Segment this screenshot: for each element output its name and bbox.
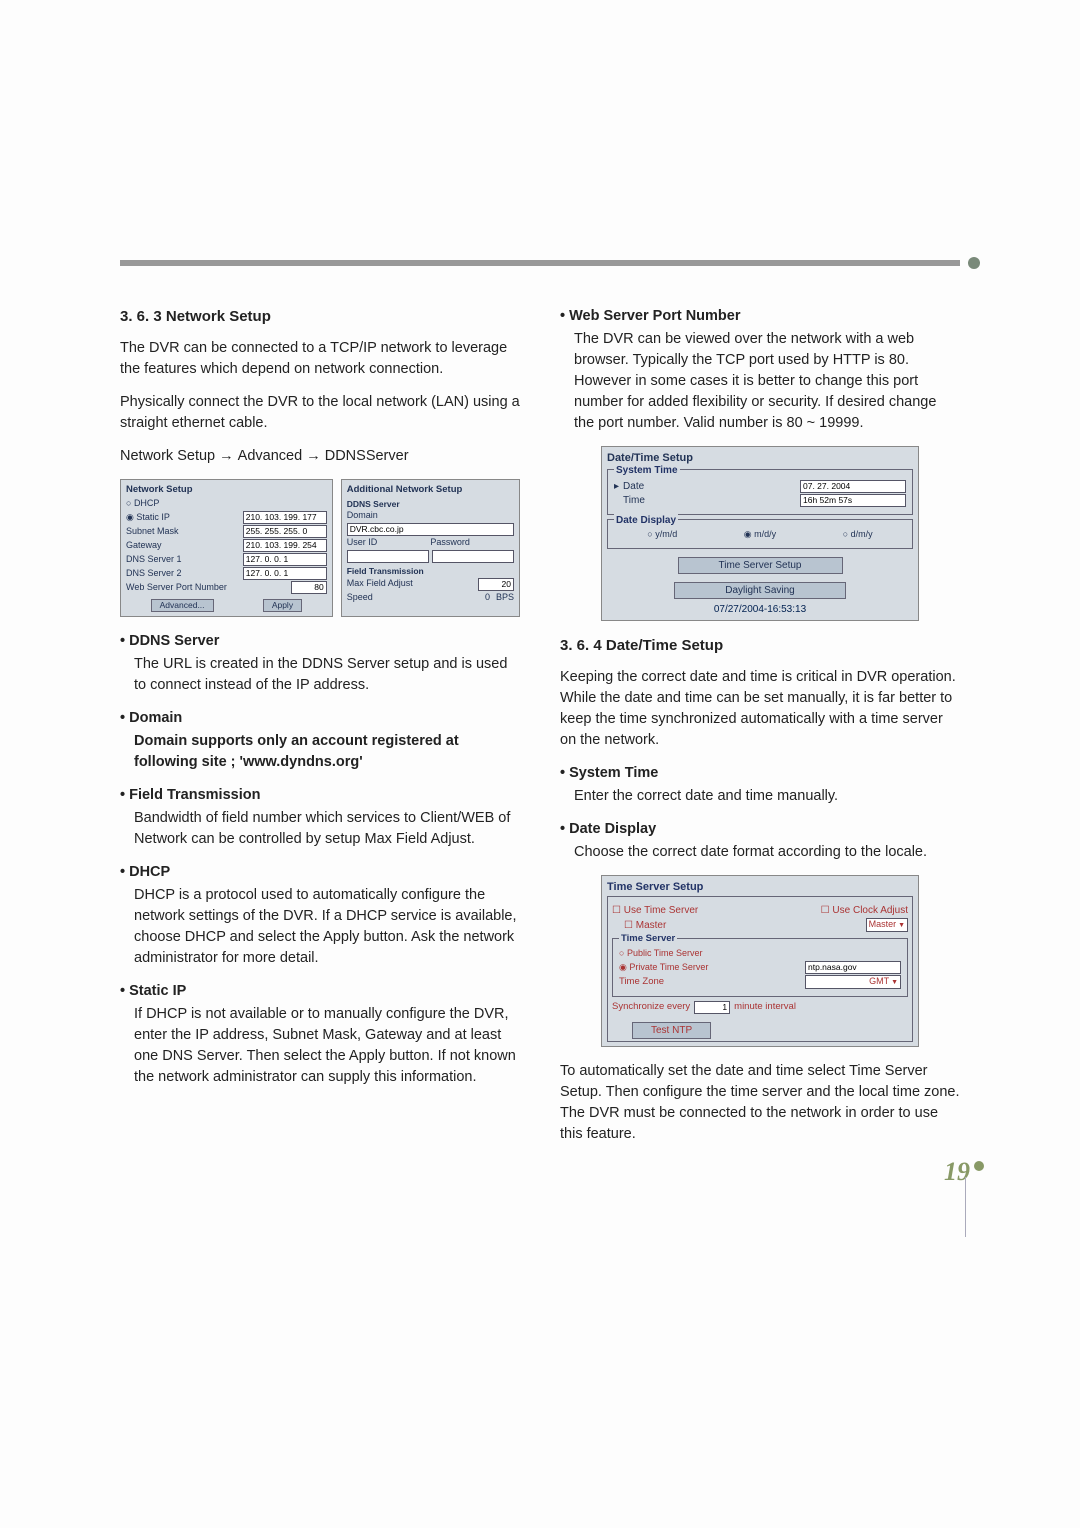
maxfield-field[interactable]: 20 [478,578,514,591]
gateway-field[interactable]: 210. 103. 199. 254 [243,539,327,552]
date-label: Date [623,480,800,493]
dlg-title: Additional Network Setup [347,484,514,496]
timeserver-legend: Time Server [619,933,677,945]
dns1-label: DNS Server 1 [126,554,243,566]
maxfield-label: Max Field Adjust [347,578,478,590]
wport-label: Web Server Port Number [126,582,291,594]
datedisp-head: Date Display [560,819,960,840]
para-364-1: Keeping the correct date and time is cri… [560,667,960,751]
private-ts-radio[interactable]: Private Time Server [619,962,805,974]
page-tail-decoration [965,1177,966,1237]
dlg-title: Time Server Setup [607,880,913,894]
timezone-dropdown[interactable]: GMT [805,975,901,989]
system-time-legend: System Time [614,464,680,477]
sync-label: Synchronize every [612,1001,690,1013]
left-column: 3. 6. 3 Network Setup The DVR can be con… [120,306,520,1157]
staticip-field[interactable]: 210. 103. 199. 177 [243,511,327,524]
subnet-label: Subnet Mask [126,526,243,538]
para-363-2: Physically connect the DVR to the local … [120,392,520,434]
ft-head: Field Transmission [120,785,520,806]
addl-network-dialog: Additional Network Setup DDNS Server Dom… [341,479,520,617]
time-label: Time [623,494,800,507]
timeserver-setup-button[interactable]: Time Server Setup [678,557,843,574]
master-check[interactable]: Master [624,919,666,932]
test-ntp-button[interactable]: Test NTP [632,1022,711,1039]
password-label: Password [430,537,514,549]
bc-b: Advanced [238,448,303,464]
heading-364: 3. 6. 4 Date/Time Setup [560,635,960,657]
userid-label: User ID [347,537,431,549]
dns1-field[interactable]: 127. 0. 0. 1 [243,553,327,566]
arrow-icon: → [219,448,238,464]
wport-body: The DVR can be viewed over the network w… [574,329,960,434]
staticip-radio[interactable]: Static IP [126,512,243,524]
page-number: 19 [944,1157,970,1187]
footer-timestamp: 07/27/2004-16:53:13 [607,603,913,616]
speed-label: Speed [347,592,485,604]
dns2-field[interactable]: 127. 0. 0. 1 [243,567,327,580]
domain-label: Domain [347,510,514,522]
public-ts-radio[interactable]: Public Time Server [619,948,702,960]
static-body: If DHCP is not available or to manually … [134,1004,520,1088]
private-ts-field[interactable]: ntp.nasa.gov [805,961,901,974]
wport-field[interactable]: 80 [291,581,327,594]
date-field[interactable]: 07. 27. 2004 [800,480,906,493]
right-column: Web Server Port Number The DVR can be vi… [560,306,960,1157]
bc-a: Network Setup [120,448,215,464]
timeserver-setup-dialog: Time Server Setup Use Time Server Use Cl… [601,875,919,1047]
domain-body: Domain supports only an account register… [134,731,520,773]
para-363-1: The DVR can be connected to a TCP/IP net… [120,338,520,380]
sync-unit: minute interval [734,1001,796,1013]
ft-body: Bandwidth of field number which services… [134,808,520,850]
bc-c: DDNSServer [325,448,409,464]
datetime-setup-dialog: Date/Time Setup System Time ▸Date07. 27.… [601,446,919,621]
advanced-button[interactable]: Advanced... [151,599,214,612]
use-timeserver-check[interactable]: Use Time Server [612,904,698,917]
para-364-2: To automatically set the date and time s… [560,1061,960,1145]
bps-label: BPS [496,592,514,604]
date-display-legend: Date Display [614,514,678,527]
daylight-saving-button[interactable]: Daylight Saving [674,582,845,599]
subnet-field[interactable]: 255. 255. 255. 0 [243,525,327,538]
dhcp-body: DHCP is a protocol used to automatically… [134,885,520,969]
dlg-title: Date/Time Setup [607,451,913,465]
ft-section: Field Transmission [347,566,514,577]
timezone-label: Time Zone [619,976,805,988]
master-dropdown[interactable]: Master [866,918,908,932]
domain-field[interactable]: DVR.cbc.co.jp [347,523,514,536]
time-field[interactable]: 16h 52m 57s [800,494,906,507]
network-setup-dialog: Network Setup DHCP Static IP210. 103. 19… [120,479,333,617]
systime-head: System Time [560,763,960,784]
wport-head: Web Server Port Number [560,306,960,327]
dns2-label: DNS Server 2 [126,568,243,580]
use-clockadjust-check[interactable]: Use Clock Adjust [821,904,908,917]
datedisp-body: Choose the correct date format according… [574,842,960,863]
breadcrumb: Network Setup → Advanced → DDNSServer [120,446,520,467]
ddns-head: DDNS Server [120,631,520,652]
password-field[interactable] [432,550,514,563]
dhcp-radio[interactable]: DHCP [126,498,327,510]
arrow-icon: → [306,448,325,464]
speed-val: 0 [485,592,490,604]
mdy-radio[interactable]: m/d/y [744,529,776,541]
userid-field[interactable] [347,550,429,563]
ddns-section: DDNS Server [347,499,514,510]
sync-field[interactable]: 1 [694,1001,730,1014]
ymd-radio[interactable]: y/m/d [647,529,677,541]
dlg-title: Network Setup [126,484,327,496]
heading-363: 3. 6. 3 Network Setup [120,306,520,328]
systime-body: Enter the correct date and time manually… [574,786,960,807]
apply-button[interactable]: Apply [263,599,302,612]
header-rule [120,260,960,266]
static-head: Static IP [120,981,520,1002]
ddns-body: The URL is created in the DDNS Server se… [134,654,520,696]
dmy-radio[interactable]: d/m/y [843,529,873,541]
dhcp-head: DHCP [120,862,520,883]
gateway-label: Gateway [126,540,243,552]
domain-head: Domain [120,708,520,729]
